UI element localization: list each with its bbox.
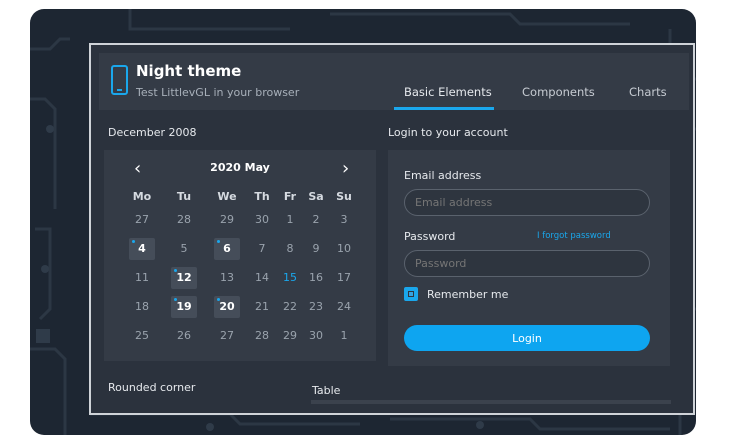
event-dot — [217, 240, 220, 243]
calendar-day[interactable]: 29 — [277, 325, 303, 347]
calendar-day[interactable]: 9 — [303, 238, 329, 260]
email-field[interactable] — [404, 189, 650, 216]
calendar-day[interactable]: 16 — [303, 267, 329, 289]
calendar-day[interactable]: 18 — [129, 296, 155, 318]
table-title: Table — [312, 384, 341, 397]
calendar-section-title: December 2008 — [108, 126, 197, 139]
forgot-password-link[interactable]: I forgot password — [537, 231, 611, 241]
calendar-day[interactable]: 22 — [277, 296, 303, 318]
calendar-day[interactable]: 29 — [214, 209, 240, 231]
tab-basic-elements[interactable]: Basic Elements — [404, 85, 492, 99]
checkbox-check-mark — [408, 291, 414, 297]
event-dot — [217, 298, 220, 301]
calendar-day[interactable]: 10 — [331, 238, 357, 260]
calendar-day[interactable]: 17 — [331, 267, 357, 289]
calendar-day[interactable]: 30 — [303, 325, 329, 347]
event-dot — [174, 269, 177, 272]
weekday-label: Su — [336, 190, 352, 203]
tab-components[interactable]: Components — [522, 85, 595, 99]
calendar-day[interactable]: 24 — [331, 296, 357, 318]
login-section-title: Login to your account — [388, 126, 508, 139]
calendar-day[interactable]: 19 — [171, 296, 197, 318]
rounded-corner-title: Rounded corner — [108, 381, 196, 394]
calendar-day[interactable]: 28 — [249, 325, 275, 347]
weekday-label: Sa — [308, 190, 324, 203]
login-button[interactable]: Login — [404, 325, 650, 351]
calendar-day[interactable]: 8 — [277, 238, 303, 260]
calendar-day[interactable]: 27 — [214, 325, 240, 347]
calendar-day[interactable]: 21 — [249, 296, 275, 318]
password-label: Password — [404, 230, 456, 243]
calendar-day[interactable]: 3 — [331, 209, 357, 231]
chevron-right-icon[interactable]: › — [342, 158, 349, 179]
tab-charts[interactable]: Charts — [629, 85, 667, 99]
calendar-day[interactable]: 12 — [171, 267, 197, 289]
weekday-label: Fr — [283, 190, 297, 203]
calendar-day[interactable]: 27 — [129, 209, 155, 231]
calendar: ‹ 2020 May › Mo Tu We Th Fr Sa Su 27 28 29 30 1 2 3 4 5… — [104, 150, 376, 361]
weekday-label: Mo — [132, 190, 152, 203]
weekday-label: We — [217, 190, 237, 203]
active-tab-indicator — [394, 107, 494, 110]
calendar-day[interactable]: 30 — [249, 209, 275, 231]
event-dot — [174, 298, 177, 301]
calendar-day[interactable]: 2 — [303, 209, 329, 231]
calendar-day[interactable]: 11 — [129, 267, 155, 289]
calendar-day[interactable]: 20 — [214, 296, 240, 318]
app-screen: Night theme Test LittlevGL in your brows… — [89, 43, 695, 415]
calendar-day[interactable]: 23 — [303, 296, 329, 318]
page-title: Night theme — [136, 62, 242, 80]
remember-me-checkbox[interactable] — [404, 287, 418, 301]
calendar-day[interactable]: 6 — [214, 238, 240, 260]
weekday-label: Th — [254, 190, 270, 203]
calendar-day[interactable]: 25 — [129, 325, 155, 347]
device-frame: Night theme Test LittlevGL in your brows… — [30, 9, 696, 435]
calendar-day[interactable]: 1 — [277, 209, 303, 231]
email-label: Email address — [404, 169, 482, 182]
calendar-day[interactable]: 13 — [214, 267, 240, 289]
calendar-day[interactable]: 4 — [129, 238, 155, 260]
table-top-edge — [311, 400, 671, 404]
calendar-day[interactable]: 15 — [277, 267, 303, 289]
calendar-day[interactable]: 5 — [171, 238, 197, 260]
weekday-label: Tu — [176, 190, 192, 203]
calendar-day[interactable]: 28 — [171, 209, 197, 231]
calendar-day[interactable]: 26 — [171, 325, 197, 347]
calendar-day[interactable]: 1 — [331, 325, 357, 347]
calendar-day[interactable]: 7 — [249, 238, 275, 260]
calendar-month-label: 2020 May — [210, 161, 270, 174]
calendar-day[interactable]: 14 — [249, 267, 275, 289]
header-bar: Night theme Test LittlevGL in your brows… — [99, 53, 689, 110]
remember-me-label: Remember me — [427, 288, 509, 301]
event-dot — [132, 240, 135, 243]
password-field[interactable] — [404, 250, 650, 277]
phone-icon — [111, 65, 128, 95]
login-panel: Email address Password I forgot password… — [388, 150, 670, 366]
page-subtitle: Test LittlevGL in your browser — [136, 86, 300, 99]
